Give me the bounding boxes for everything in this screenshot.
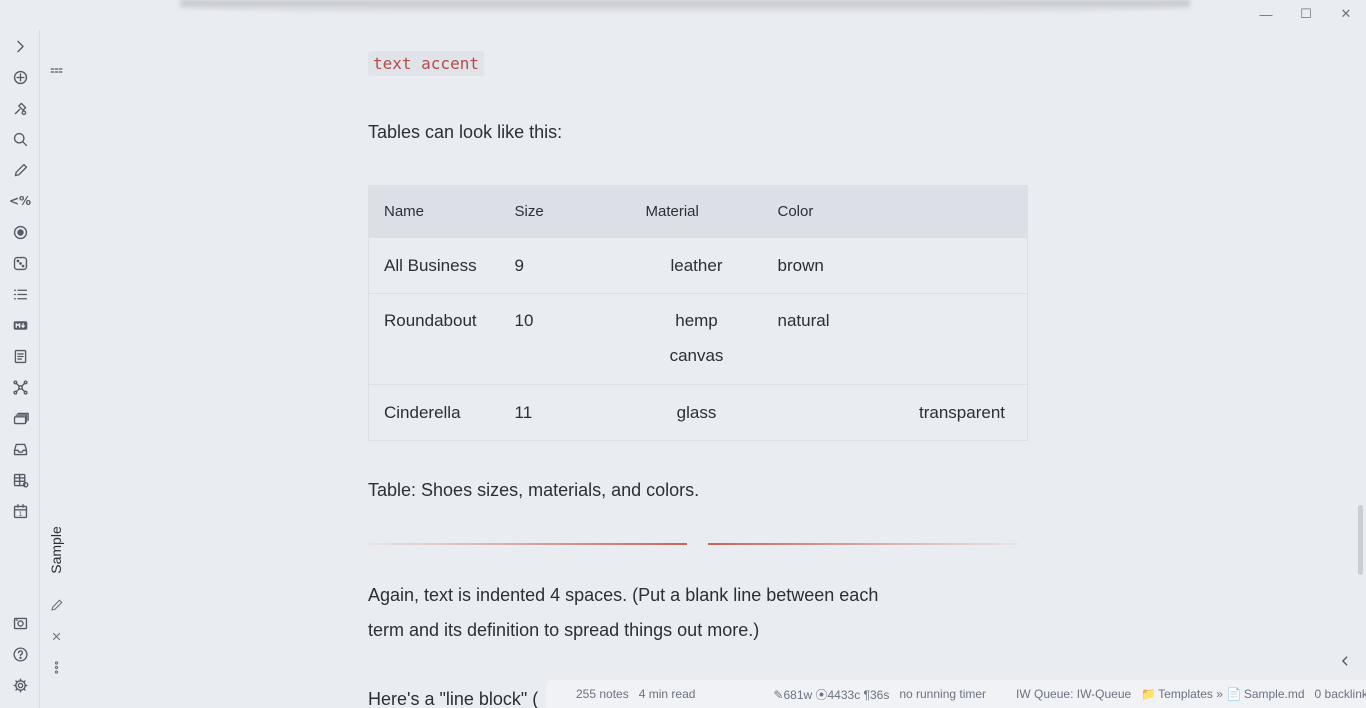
inbox-icon[interactable] xyxy=(10,439,30,459)
left-ribbon: <% 1 xyxy=(0,30,40,708)
paragraph-line: term and its definition to spread things… xyxy=(368,620,760,640)
close-tab-icon[interactable] xyxy=(46,626,66,646)
table-cell: Roundabout xyxy=(368,293,500,385)
stack-icon[interactable] xyxy=(10,408,30,428)
document-icon[interactable] xyxy=(10,346,30,366)
status-bar: 255 notes 4 min read ✎681w ⦿4433c ¶36s n… xyxy=(546,680,1366,708)
edit-pencil-icon[interactable] xyxy=(46,595,66,615)
close-button[interactable]: ✕ xyxy=(1326,4,1366,24)
svg-text:1: 1 xyxy=(18,511,22,518)
table-cell: glass xyxy=(630,384,763,441)
markdown-icon[interactable] xyxy=(10,315,30,335)
settings-icon[interactable] xyxy=(10,675,30,695)
inline-code-text: text accent xyxy=(368,51,484,76)
table-cell: leather xyxy=(630,237,763,294)
timer-status[interactable]: no running timer xyxy=(899,687,986,701)
sidebar-tab-sample[interactable]: Sample xyxy=(48,526,64,573)
file-icon: 📄 xyxy=(1226,687,1242,701)
table-cell: natural xyxy=(762,293,895,385)
table-caption: Table: Shoes sizes, materials, and color… xyxy=(368,480,700,500)
table-header-cell: Name xyxy=(368,185,500,238)
calendar-icon[interactable]: 1 xyxy=(10,501,30,521)
table-row: All Business 9 leather brown xyxy=(368,237,1028,294)
table-cell: 11 xyxy=(499,384,631,441)
table-header-cell: Material xyxy=(630,185,763,238)
vault-icon[interactable] xyxy=(10,613,30,633)
search-icon[interactable] xyxy=(10,129,30,149)
table-row: Cinderella 11 glass transparent xyxy=(368,384,1028,441)
breadcrumb-file[interactable]: Sample.md xyxy=(1244,687,1305,701)
table-header-cell xyxy=(894,185,1028,238)
read-time: 4 min read xyxy=(638,687,696,701)
table-cell: All Business xyxy=(368,237,500,294)
table-header-cell: Color xyxy=(762,185,895,238)
expand-right-sidebar-icon[interactable] xyxy=(1336,652,1354,670)
table-cell: 10 xyxy=(499,293,631,385)
table-icon[interactable] xyxy=(10,470,30,490)
word-stats: ✎681w ⦿4433c ¶36s xyxy=(773,687,890,702)
new-note-icon[interactable] xyxy=(10,67,30,87)
scrollbar[interactable] xyxy=(1358,505,1363,575)
window-top-shadow xyxy=(180,0,1190,14)
more-options-icon[interactable] xyxy=(46,657,66,677)
horizontal-rule xyxy=(708,543,1018,545)
tables-intro-text: Tables can look like this: xyxy=(368,122,563,142)
maximize-button[interactable]: ☐ xyxy=(1286,4,1326,24)
breadcrumb-folder[interactable]: Templates » xyxy=(1158,687,1223,701)
dice-icon[interactable] xyxy=(10,253,30,273)
table-header-row: Name Size Material Color xyxy=(368,185,1028,238)
graph-icon[interactable] xyxy=(10,377,30,397)
record-icon[interactable] xyxy=(10,222,30,242)
plugin-icon[interactable] xyxy=(10,98,30,118)
paragraph-line: Again, text is indented 4 spaces. (Put a… xyxy=(368,585,879,605)
table-row: Roundabout 10 hemp canvas natural xyxy=(368,293,1028,385)
table-cell: brown xyxy=(762,237,895,294)
table-cell xyxy=(762,384,895,441)
table-cell: hemp canvas xyxy=(630,293,763,385)
table-cell xyxy=(894,293,1028,385)
iw-queue-status[interactable]: IW Queue: IW-Queue xyxy=(1016,687,1131,701)
horizontal-rule xyxy=(368,543,687,545)
edit-pencil-icon[interactable] xyxy=(10,160,30,180)
note-count: 255 notes xyxy=(576,687,629,701)
tab-stack-icon[interactable] xyxy=(46,60,66,80)
minimize-button[interactable]: — xyxy=(1246,4,1286,24)
shoes-table: Name Size Material Color All Business 9 … xyxy=(368,185,1028,441)
folder-icon: 📁 xyxy=(1141,687,1157,701)
templater-icon[interactable]: <% xyxy=(9,191,31,211)
table-cell: transparent xyxy=(894,384,1028,441)
window-controls: — ☐ ✕ xyxy=(1246,4,1366,24)
table-header-cell: Size xyxy=(499,185,631,238)
expand-sidebar-icon[interactable] xyxy=(10,36,30,56)
table-cell xyxy=(894,237,1028,294)
backlinks-count[interactable]: 0 backlinks xyxy=(1315,687,1366,701)
table-cell: 9 xyxy=(499,237,631,294)
list-icon[interactable] xyxy=(10,284,30,304)
help-icon[interactable] xyxy=(10,644,30,664)
line-block-text: Here's a "line block" ( xyxy=(368,689,539,708)
table-cell: Cinderella xyxy=(368,384,500,441)
